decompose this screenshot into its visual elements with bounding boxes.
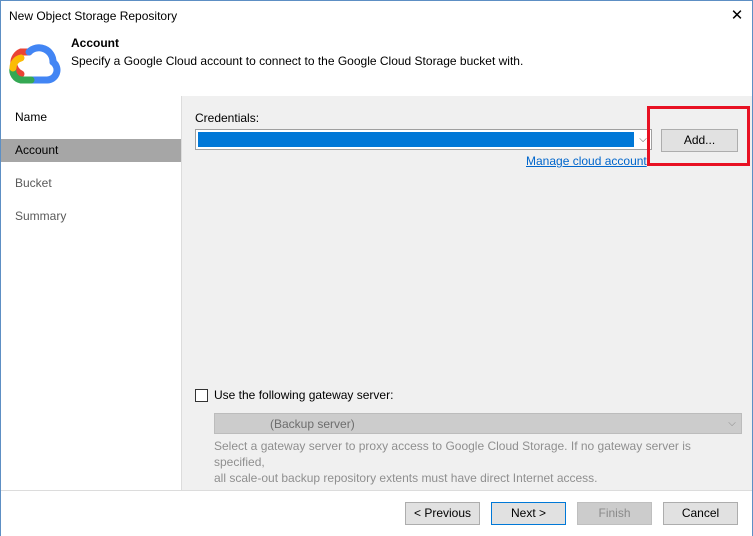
credentials-dropdown[interactable]: ⌵	[195, 129, 652, 150]
gateway-help-text: Select a gateway server to proxy access …	[214, 438, 744, 486]
gateway-server-dropdown: (Backup server) ⌵	[214, 413, 742, 434]
previous-button[interactable]: < Previous	[405, 502, 480, 525]
wizard-steps: Name Account Bucket Summary	[1, 96, 182, 490]
wizard-footer: < Previous Next > Finish Cancel	[1, 490, 752, 536]
credentials-selected-value	[198, 132, 634, 147]
gateway-server-value: (Backup server)	[270, 417, 355, 431]
page-description: Specify a Google Cloud account to connec…	[71, 54, 524, 68]
close-icon[interactable]: ✕	[726, 5, 748, 27]
window-title: New Object Storage Repository	[9, 9, 178, 23]
finish-button: Finish	[577, 502, 652, 525]
step-summary: Summary	[15, 209, 67, 223]
gateway-help-line-1: Select a gateway server to proxy access …	[214, 439, 691, 469]
wizard-header: Account Specify a Google Cloud account t…	[1, 32, 752, 95]
credentials-label: Credentials:	[195, 111, 260, 125]
manage-cloud-accounts-link[interactable]: Manage cloud account	[526, 154, 647, 168]
wizard-content: Credentials: ⌵ Add... Manage cloud accou…	[182, 96, 752, 490]
step-account[interactable]: Account	[1, 139, 181, 162]
chevron-down-icon: ⌵	[728, 418, 736, 429]
step-name[interactable]: Name	[1, 106, 181, 129]
gateway-checkbox[interactable]	[195, 389, 208, 402]
highlight-annotation	[647, 106, 750, 166]
step-bucket: Bucket	[15, 176, 52, 190]
gateway-help-line-2: all scale-out backup repository extents …	[214, 471, 598, 485]
title-bar: New Object Storage Repository ✕	[1, 1, 752, 32]
google-cloud-icon	[9, 44, 61, 84]
next-button[interactable]: Next >	[491, 502, 566, 525]
page-title: Account	[71, 36, 119, 50]
cancel-button[interactable]: Cancel	[663, 502, 738, 525]
wizard-window: New Object Storage Repository ✕ Account …	[0, 0, 753, 536]
gateway-checkbox-label[interactable]: Use the following gateway server:	[214, 388, 393, 402]
